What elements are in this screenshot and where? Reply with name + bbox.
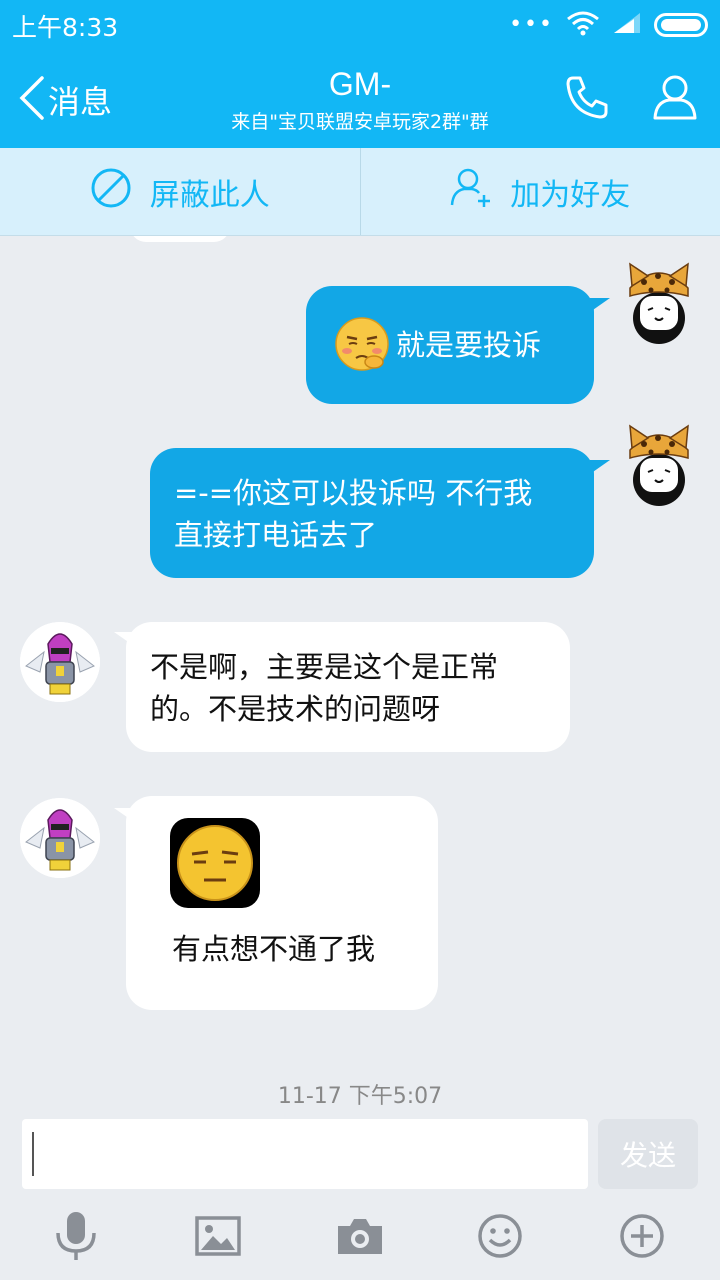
my-avatar[interactable] <box>618 424 700 506</box>
add-friend-button[interactable]: 加为好友 <box>359 148 720 235</box>
microphone-icon <box>54 1211 98 1265</box>
plus-icon <box>619 1213 665 1263</box>
my-avatar[interactable] <box>618 262 700 344</box>
top-bar: 上午8:33 ••• 消息 GM- 来自"宝贝联盟安卓玩家2群"群 <box>0 0 720 148</box>
signal-icon <box>612 11 642 39</box>
message-text-line: 的。不是技术的问题呀 <box>150 692 441 726</box>
photo-button[interactable] <box>188 1208 248 1268</box>
wifi-icon <box>566 10 600 40</box>
block-icon <box>90 167 132 217</box>
battery-icon <box>654 13 708 37</box>
message-text: 就是要投诉 <box>396 328 542 362</box>
message-bubble-incoming[interactable]: 不是啊，主要是这个是正常 的。不是技术的问题呀 <box>126 622 570 752</box>
message-bubble-outgoing[interactable]: =-=你这可以投诉吗 不行我 直接打电话去了 <box>150 448 594 578</box>
action-bar: 屏蔽此人 加为好友 <box>0 148 720 236</box>
thinking-emoji-icon <box>334 316 390 383</box>
chat-title-block: GM- 来自"宝贝联盟安卓玩家2群"群 <box>180 66 540 134</box>
status-dots: ••• <box>509 12 554 37</box>
phone-call-button[interactable] <box>560 72 614 126</box>
message-bubble-incoming[interactable]: 有点想不通了我 <box>126 796 438 1010</box>
image-icon <box>195 1216 241 1260</box>
add-friend-label: 加为好友 <box>510 177 631 213</box>
chevron-left-icon <box>18 76 46 124</box>
message-bubble-outgoing[interactable]: 就是要投诉 <box>306 286 594 404</box>
previous-bubble-edge <box>130 236 230 242</box>
status-time: 上午8:33 <box>12 13 119 42</box>
block-user-label: 屏蔽此人 <box>149 177 270 213</box>
emoji-button[interactable] <box>470 1208 530 1268</box>
add-friend-icon <box>450 167 492 217</box>
message-input[interactable] <box>22 1119 588 1189</box>
message-text: 有点想不通了我 <box>172 932 376 966</box>
camera-button[interactable] <box>330 1208 390 1268</box>
contact-avatar[interactable] <box>20 622 100 702</box>
profile-button[interactable] <box>648 72 702 126</box>
block-user-button[interactable]: 屏蔽此人 <box>0 148 360 235</box>
message-text-line: =-=你这可以投诉吗 不行我 <box>174 476 533 510</box>
phone-icon <box>563 73 611 125</box>
voice-button[interactable] <box>46 1208 106 1268</box>
speechless-emoji-icon <box>170 818 260 919</box>
send-button[interactable]: 发送 <box>598 1119 698 1189</box>
input-bar: 发送 <box>0 1116 720 1280</box>
contact-avatar[interactable] <box>20 798 100 878</box>
text-caret <box>32 1132 34 1176</box>
camera-icon <box>336 1216 384 1260</box>
chat-timestamp: 11-17 下午5:07 <box>277 1084 443 1109</box>
back-button[interactable]: 消息 <box>18 76 112 124</box>
user-icon <box>651 73 699 125</box>
smiley-icon <box>477 1213 523 1263</box>
status-icons: ••• <box>509 10 708 40</box>
more-button[interactable] <box>612 1208 672 1268</box>
back-label: 消息 <box>48 83 113 121</box>
chat-title: GM- <box>328 66 392 102</box>
message-text-line: 不是啊，主要是这个是正常 <box>150 650 499 684</box>
message-text-line: 直接打电话去了 <box>174 518 378 552</box>
chat-area[interactable]: 就是要投诉 =-=你这可以投诉吗 不行我 直接打电话去了 不是啊，主要是这个是正… <box>0 236 720 1116</box>
chat-subtitle: 来自"宝贝联盟安卓玩家2群"群 <box>231 111 489 133</box>
input-toolbar <box>0 1208 720 1268</box>
